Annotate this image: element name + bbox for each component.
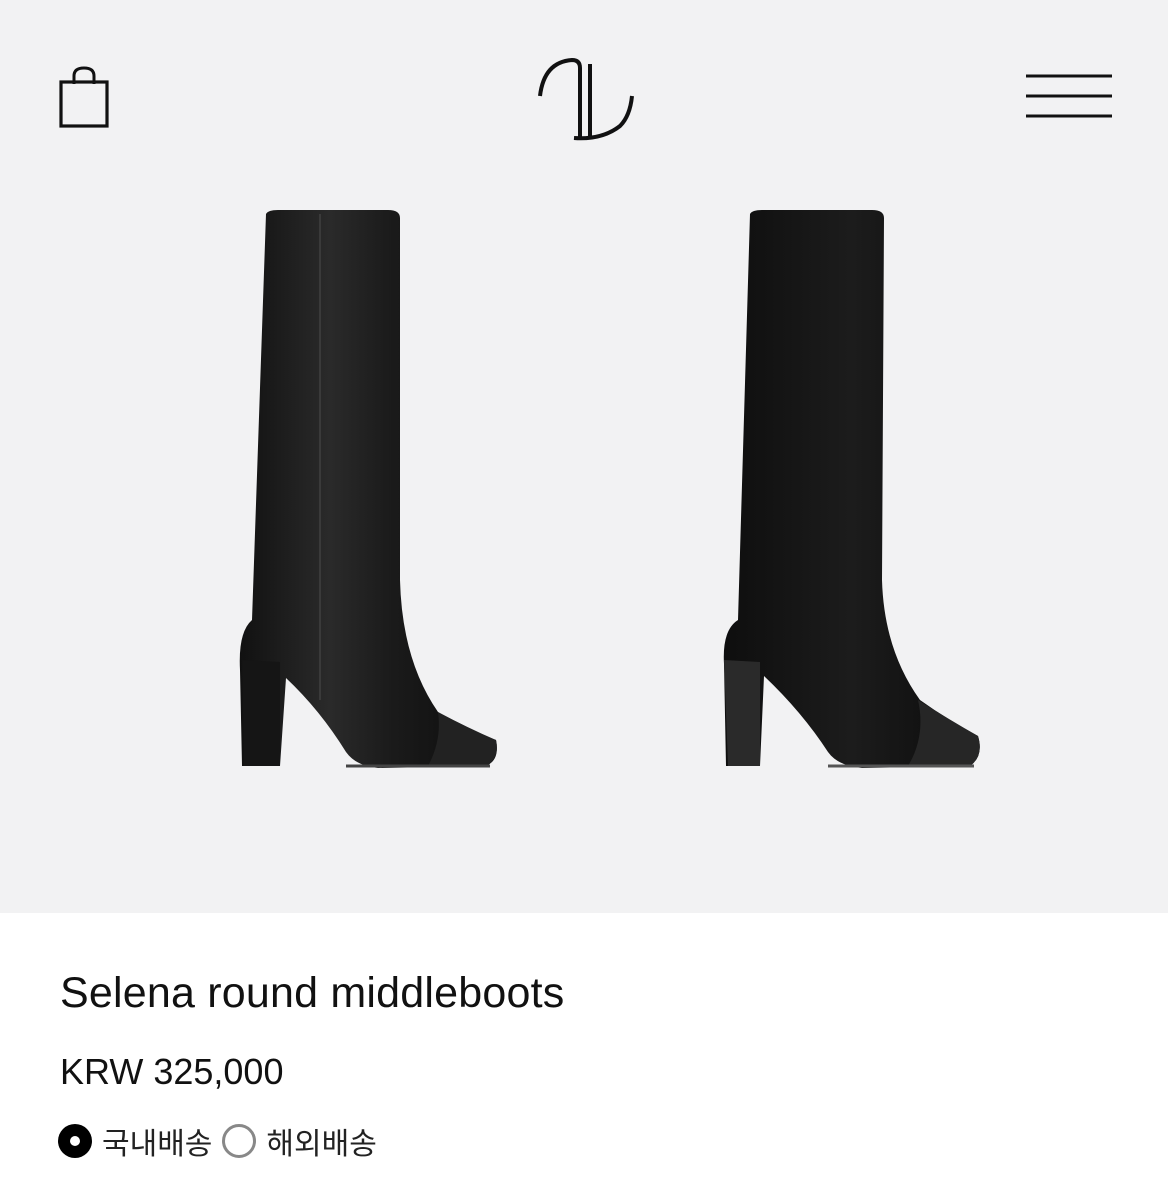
shipping-option-label: 국내배송 bbox=[102, 1127, 213, 1162]
boot-image-leather[interactable] bbox=[228, 200, 518, 780]
product-gallery bbox=[0, 180, 1168, 880]
shipping-option-overseas[interactable]: 해외배송 bbox=[222, 1119, 377, 1163]
product-hero bbox=[0, 0, 1168, 913]
product-title: Selena round middleboots bbox=[60, 969, 565, 1017]
radio-unselected-icon[interactable] bbox=[222, 1124, 257, 1158]
top-bar bbox=[0, 0, 1168, 180]
boot-image-suede[interactable] bbox=[712, 200, 1002, 780]
shopping-bag-icon[interactable] bbox=[56, 64, 112, 130]
shipping-option-domestic[interactable]: 국내배송 bbox=[58, 1119, 212, 1163]
product-info: Selena round middleboots KRW 325,000 국내배… bbox=[0, 913, 1168, 1200]
shipping-option-label: 해외배송 bbox=[266, 1127, 377, 1162]
product-page: Selena round middleboots KRW 325,000 국내배… bbox=[0, 0, 1168, 1200]
shipping-options: 국내배송 해외배송 bbox=[58, 1117, 387, 1165]
product-price: KRW 325,000 bbox=[60, 1051, 284, 1092]
brand-logo-icon[interactable] bbox=[532, 50, 638, 145]
hamburger-menu-icon[interactable] bbox=[1024, 72, 1114, 122]
radio-selected-icon[interactable] bbox=[58, 1124, 92, 1158]
